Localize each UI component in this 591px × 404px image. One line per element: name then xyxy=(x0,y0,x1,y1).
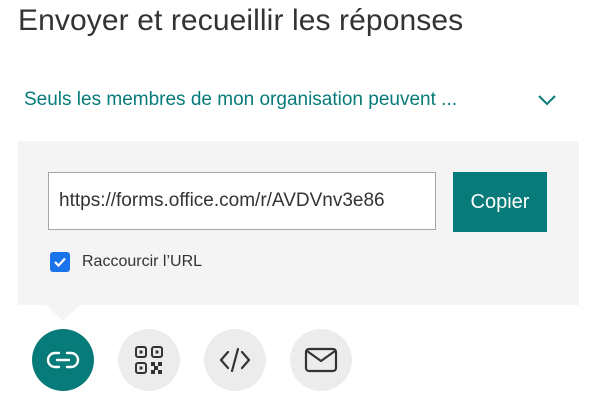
share-link-button[interactable] xyxy=(32,329,94,391)
share-qr-code-button[interactable] xyxy=(118,329,180,391)
panel-pointer xyxy=(46,305,80,321)
share-embed-button[interactable] xyxy=(204,329,266,391)
url-field[interactable] xyxy=(48,172,436,230)
embed-code-icon xyxy=(219,347,251,373)
permission-dropdown[interactable]: Seuls les membres de mon organisation pe… xyxy=(24,86,564,114)
chevron-down-icon xyxy=(538,95,556,106)
page-title: Envoyer et recueillir les réponses xyxy=(18,4,464,37)
checkmark-icon xyxy=(54,257,66,268)
shorten-url-label: Raccourcir l’URL xyxy=(82,253,203,270)
qr-code-icon xyxy=(135,346,163,374)
permission-label: Seuls les membres de mon organisation pe… xyxy=(24,89,458,110)
copy-button[interactable]: Copier xyxy=(453,172,547,232)
share-email-button[interactable] xyxy=(290,329,352,391)
link-icon xyxy=(46,351,80,369)
shorten-url-option[interactable]: Raccourcir l’URL xyxy=(50,252,202,272)
shorten-url-checkbox[interactable] xyxy=(50,252,70,272)
mail-icon xyxy=(304,347,338,373)
